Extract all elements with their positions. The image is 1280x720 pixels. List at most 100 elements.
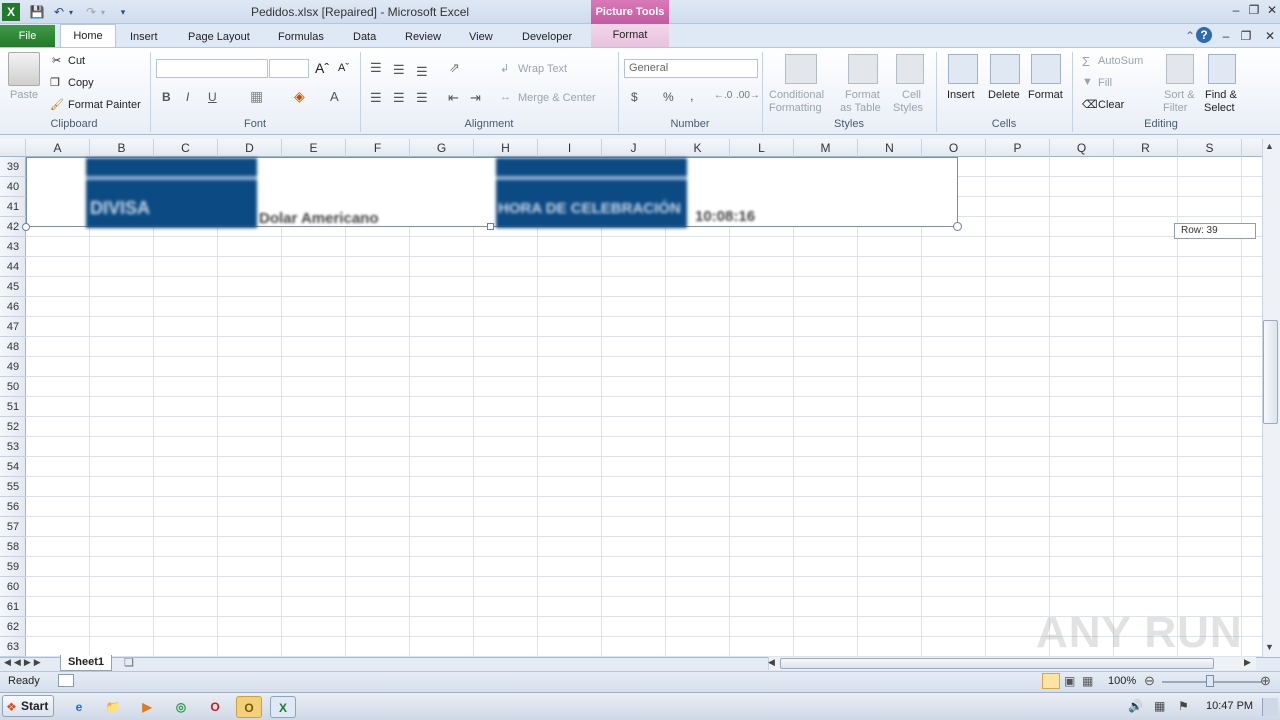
row-header-45[interactable]: 45 — [0, 277, 26, 297]
row-header-63[interactable]: 63 — [0, 637, 26, 657]
shrink-font-icon[interactable]: Aˇ — [338, 62, 349, 74]
cell-styles-label-1[interactable]: Cell — [902, 89, 921, 101]
column-header-l[interactable]: L — [730, 139, 794, 157]
row-header-58[interactable]: 58 — [0, 537, 26, 557]
row-header-52[interactable]: 52 — [0, 417, 26, 437]
column-header-a[interactable]: A — [26, 139, 90, 157]
row-header-39[interactable]: 39 — [0, 157, 26, 177]
row-header-59[interactable]: 59 — [0, 557, 26, 577]
column-header-c[interactable]: C — [154, 139, 218, 157]
resize-handle-corner[interactable] — [953, 222, 962, 231]
row-header-60[interactable]: 60 — [0, 577, 26, 597]
zoom-in-icon[interactable]: ⊕ — [1260, 673, 1271, 689]
row-header-46[interactable]: 46 — [0, 297, 26, 317]
italic-button[interactable]: I — [186, 90, 189, 104]
column-header-h[interactable]: H — [474, 139, 538, 157]
tab-view[interactable]: View — [459, 27, 503, 47]
format-cells-icon[interactable] — [1031, 54, 1061, 84]
currency-button[interactable]: $ — [631, 90, 638, 104]
minimize-icon[interactable]: – — [1228, 2, 1244, 18]
align-bottom-icon[interactable]: ☰ — [416, 64, 428, 80]
align-right-icon[interactable]: ☰ — [416, 90, 428, 106]
doc-restore-icon[interactable]: ❐ — [1238, 28, 1254, 44]
insert-cells-icon[interactable] — [948, 54, 978, 84]
cell-grid[interactable] — [26, 157, 1262, 657]
borders-icon[interactable]: ▦ — [250, 88, 263, 105]
row-header-62[interactable]: 62 — [0, 617, 26, 637]
zoom-level[interactable]: 100% — [1108, 675, 1136, 687]
page-break-view-icon[interactable]: ▦ — [1082, 674, 1093, 688]
column-header-f[interactable]: F — [346, 139, 410, 157]
merge-center-icon[interactable]: ↔ — [500, 91, 511, 103]
scroll-up-icon[interactable]: ▲ — [1265, 141, 1274, 151]
autosum-icon[interactable]: Σ — [1082, 54, 1090, 69]
macro-record-icon[interactable] — [58, 674, 74, 687]
increase-indent-icon[interactable]: ⇥ — [470, 90, 481, 106]
page-layout-view-icon[interactable]: ▣ — [1064, 674, 1075, 688]
normal-view-icon[interactable] — [1042, 673, 1060, 689]
row-header-57[interactable]: 57 — [0, 517, 26, 537]
wrap-text-button[interactable]: Wrap Text — [518, 63, 567, 75]
font-name-combo[interactable] — [156, 59, 268, 78]
fill-icon[interactable]: ▼ — [1082, 76, 1093, 88]
paste-button[interactable]: Paste — [10, 89, 38, 101]
action-center-flag-icon[interactable]: ⚑ — [1178, 699, 1189, 713]
orientation-icon[interactable]: ⇗ — [449, 60, 460, 76]
tab-data[interactable]: Data — [343, 27, 386, 47]
row-header-50[interactable]: 50 — [0, 377, 26, 397]
row-header-53[interactable]: 53 — [0, 437, 26, 457]
underline-button[interactable]: U — [208, 90, 217, 104]
scroll-down-icon[interactable]: ▼ — [1265, 642, 1274, 652]
column-header-m[interactable]: M — [794, 139, 858, 157]
show-desktop-button[interactable] — [1262, 698, 1278, 716]
row-header-61[interactable]: 61 — [0, 597, 26, 617]
fill-button[interactable]: Fill — [1098, 77, 1112, 89]
chrome-icon[interactable]: ◎ — [168, 696, 194, 718]
doc-close-icon[interactable]: ✕ — [1262, 28, 1278, 44]
resize-handle-bottom[interactable] — [487, 223, 494, 230]
format-as-table-icon[interactable] — [848, 54, 878, 84]
fill-color-icon[interactable]: ◈ — [294, 88, 305, 105]
excel-taskbar-icon[interactable]: X — [270, 696, 296, 718]
row-header-41[interactable]: 41 — [0, 197, 26, 217]
font-color-icon[interactable]: A — [330, 89, 339, 104]
insert-sheet-icon[interactable]: ❏ — [124, 656, 134, 669]
media-player-icon[interactable]: ▶ — [134, 696, 160, 718]
tab-format[interactable]: Format — [591, 24, 669, 47]
outlook-taskbar-icon[interactable]: O — [236, 696, 262, 718]
format-as-table-label-1[interactable]: Format — [845, 89, 880, 101]
row-header-56[interactable]: 56 — [0, 497, 26, 517]
tab-developer[interactable]: Developer — [512, 27, 582, 47]
volume-icon[interactable]: 🔊 — [1128, 699, 1143, 713]
delete-cells-button[interactable]: Delete — [988, 89, 1020, 101]
find-select-label-1[interactable]: Find & — [1205, 89, 1237, 101]
align-center-icon[interactable]: ☰ — [393, 90, 405, 106]
column-header-r[interactable]: R — [1114, 139, 1178, 157]
insert-cells-button[interactable]: Insert — [947, 89, 975, 101]
decrease-decimal-icon[interactable]: .00→ — [736, 90, 760, 101]
column-header-q[interactable]: Q — [1050, 139, 1114, 157]
delete-cells-icon[interactable] — [990, 54, 1020, 84]
grow-font-icon[interactable]: Aˆ — [315, 60, 329, 76]
column-header-n[interactable]: N — [858, 139, 922, 157]
zoom-slider-thumb[interactable] — [1206, 675, 1214, 687]
restore-icon[interactable]: ❐ — [1246, 2, 1262, 18]
increase-decimal-icon[interactable]: ←.0 — [714, 90, 732, 101]
tab-insert[interactable]: Insert — [120, 27, 168, 47]
sheet-nav-icons[interactable]: ◀◀▶▶ — [4, 657, 44, 668]
align-top-icon[interactable]: ☰ — [370, 60, 382, 76]
find-select-icon[interactable] — [1208, 54, 1236, 84]
sheet-tab-sheet1[interactable]: Sheet1 — [60, 655, 112, 671]
tab-file[interactable]: File — [0, 25, 55, 47]
taskbar-clock[interactable]: 10:47 PM — [1206, 700, 1253, 712]
cell-styles-label-2[interactable]: Styles — [893, 102, 923, 114]
clear-button[interactable]: Clear — [1098, 99, 1124, 111]
bold-button[interactable]: B — [162, 90, 171, 104]
paste-icon[interactable] — [8, 52, 40, 86]
conditional-formatting-label-1[interactable]: Conditional — [769, 89, 824, 101]
internet-explorer-icon[interactable]: e — [66, 696, 92, 718]
row-header-55[interactable]: 55 — [0, 477, 26, 497]
cut-icon[interactable]: ✂ — [52, 54, 61, 67]
merge-center-button[interactable]: Merge & Center — [518, 92, 596, 104]
font-size-combo[interactable] — [269, 59, 309, 78]
